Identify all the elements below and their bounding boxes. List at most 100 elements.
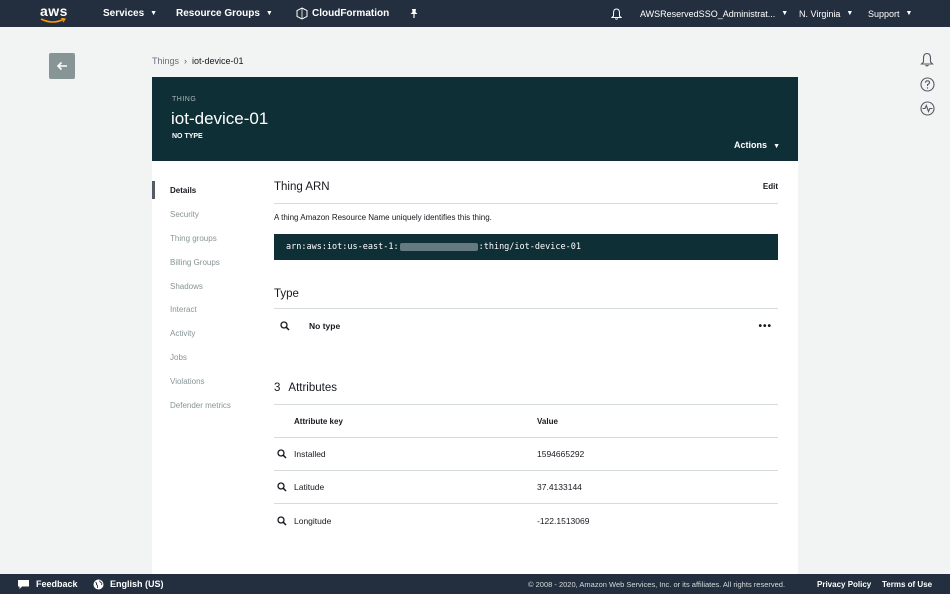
column-header-key: Attribute key — [294, 416, 343, 426]
type-row: No type ••• — [274, 318, 778, 334]
notifications-panel-button[interactable] — [919, 51, 935, 67]
nav-item-details[interactable]: Details — [152, 179, 257, 203]
chevron-down-icon: ▼ — [150, 10, 158, 17]
pin-icon — [410, 9, 418, 18]
support-menu[interactable]: Support ▼ — [868, 0, 912, 27]
divider — [274, 308, 778, 309]
activity-icon — [919, 100, 935, 116]
account-label: AWSReservedSSO_Administrat... — [640, 8, 776, 19]
actions-button[interactable]: Actions ▼ — [734, 140, 780, 150]
terms-of-use-link[interactable]: Terms of Use — [882, 574, 932, 594]
search-icon[interactable] — [274, 515, 294, 526]
pin-button[interactable] — [409, 0, 419, 27]
nav-item-security[interactable]: Security — [152, 203, 257, 227]
nav-item-jobs[interactable]: Jobs — [152, 346, 257, 370]
breadcrumb-things-link[interactable]: Things — [152, 56, 179, 66]
chevron-down-icon: ▼ — [905, 10, 913, 17]
table-row: Longitude -122.1513069 — [274, 504, 778, 537]
nav-item-defender-metrics[interactable]: Defender metrics — [152, 393, 257, 417]
nav-item-shadows[interactable]: Shadows — [152, 274, 257, 298]
feedback-button[interactable]: Feedback — [17, 574, 78, 594]
region-label: N. Virginia — [799, 8, 841, 19]
search-icon[interactable] — [274, 482, 294, 492]
aws-logo-text: aws — [40, 2, 68, 19]
region-menu[interactable]: N. Virginia ▼ — [799, 0, 853, 27]
arn-value-box: arn:aws:iot:us-east-1: :thing/iot-device-… — [274, 234, 778, 260]
page-title: iot-device-01 — [171, 109, 269, 128]
thing-arn-heading: Thing ARN — [274, 181, 330, 193]
help-button[interactable] — [919, 76, 935, 92]
attribute-key: Latitude — [294, 482, 325, 492]
search-icon[interactable] — [274, 449, 294, 459]
thing-type-label: NO TYPE — [172, 133, 203, 140]
bell-icon — [611, 7, 622, 20]
cloudformation-icon — [296, 7, 308, 20]
notifications-button[interactable] — [611, 0, 622, 27]
table-row: Latitude 37.4133144 — [274, 471, 778, 504]
attribute-value: 1594665292 — [537, 449, 585, 459]
support-label: Support — [868, 8, 900, 19]
cloudformation-label: CloudFormation — [312, 8, 390, 19]
breadcrumb: Things › iot-device-01 — [152, 56, 244, 66]
attribute-key: Longitude — [294, 515, 332, 526]
nav-item-activity[interactable]: Activity — [152, 322, 257, 346]
breadcrumb-current: iot-device-01 — [192, 56, 244, 66]
divider — [274, 203, 778, 204]
attribute-value: -122.1513069 — [537, 515, 590, 526]
account-menu[interactable]: AWSReservedSSO_Administrat... ▼ — [640, 0, 788, 27]
actions-label: Actions — [734, 140, 768, 150]
aws-logo[interactable]: aws — [40, 0, 68, 27]
nav-item-interact[interactable]: Interact — [152, 298, 257, 322]
chevron-down-icon: ▼ — [846, 10, 854, 17]
chevron-down-icon: ▼ — [781, 10, 789, 17]
arn-suffix: :thing/iot-device-01 — [478, 242, 581, 252]
more-options-icon[interactable]: ••• — [758, 321, 772, 332]
chevron-right-icon: › — [184, 56, 188, 66]
activity-button[interactable] — [919, 100, 935, 116]
nav-item-thing-groups[interactable]: Thing groups — [152, 227, 257, 251]
arn-prefix: arn:aws:iot:us-east-1: — [286, 242, 399, 252]
aws-smile-icon — [40, 18, 66, 23]
attributes-title: Attributes — [288, 382, 337, 394]
attributes-heading: 3 Attributes — [274, 382, 337, 394]
privacy-policy-link[interactable]: Privacy Policy — [817, 574, 871, 594]
cloudformation-shortcut[interactable]: CloudFormation — [296, 0, 389, 27]
globe-icon — [93, 579, 104, 589]
table-header: Attribute key Value — [274, 405, 778, 438]
language-selector[interactable]: English (US) — [93, 574, 164, 594]
speech-bubble-icon — [18, 579, 29, 589]
search-icon[interactable] — [280, 321, 296, 331]
arrow-left-icon — [56, 61, 67, 71]
attributes-table: Attribute key Value Installed 1594665292… — [274, 405, 778, 537]
type-heading: Type — [274, 288, 299, 300]
edit-arn-button[interactable]: Edit — [763, 182, 778, 191]
arn-description: A thing Amazon Resource Name uniquely id… — [274, 213, 492, 222]
top-nav-bar: aws Services ▼ Resource Groups ▼ CloudForm… — [0, 0, 950, 27]
resource-groups-menu[interactable]: Resource Groups ▼ — [176, 0, 273, 27]
nav-item-billing-groups[interactable]: Billing Groups — [152, 250, 257, 274]
nav-item-violations[interactable]: Violations — [152, 369, 257, 393]
footer: Feedback English (US) © 2008 - 2020, Ama… — [0, 574, 950, 594]
attribute-value: 37.4133144 — [537, 482, 582, 492]
caret-down-icon: ▼ — [773, 143, 780, 150]
column-header-value: Value — [537, 416, 558, 426]
copyright-text: © 2008 - 2020, Amazon Web Services, Inc.… — [528, 579, 786, 589]
services-label: Services — [103, 8, 145, 19]
type-value: No type — [309, 321, 341, 331]
back-button[interactable] — [49, 53, 75, 79]
services-menu[interactable]: Services ▼ — [103, 0, 157, 27]
language-label: English (US) — [110, 579, 164, 589]
help-icon — [919, 76, 935, 92]
thing-details-panel: Details Security Thing groups Billing Gr… — [152, 161, 798, 574]
chevron-down-icon: ▼ — [265, 10, 273, 17]
bell-icon — [920, 52, 934, 66]
resource-groups-label: Resource Groups — [176, 8, 260, 19]
thing-header: THING iot-device-01 NO TYPE Actions ▼ — [152, 77, 798, 161]
redacted-account-id — [399, 243, 478, 251]
feedback-label: Feedback — [36, 579, 78, 589]
table-row: Installed 1594665292 — [274, 438, 778, 471]
details-side-nav: Details Security Thing groups Billing Gr… — [152, 179, 257, 417]
attributes-count: 3 — [274, 382, 281, 394]
resource-kind-label: THING — [172, 96, 197, 103]
attribute-key: Installed — [294, 449, 326, 459]
